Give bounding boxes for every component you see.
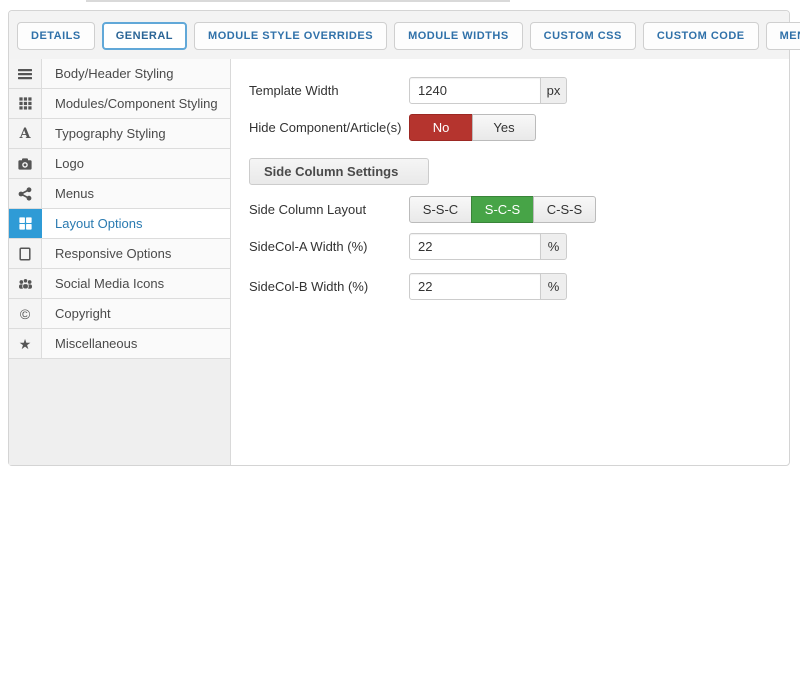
sidecol-a-width-label: SideCol-A Width (%) [249, 233, 409, 260]
sidecol-b-width-input[interactable] [409, 273, 541, 300]
tab-custom-css[interactable]: CUSTOM CSS [530, 22, 636, 50]
square-outline-icon [9, 239, 42, 268]
template-settings-panel: DETAILS GENERAL MODULE STYLE OVERRIDES M… [8, 10, 790, 466]
users-icon [9, 269, 42, 298]
template-width-row: Template Width px [249, 77, 777, 104]
sidebar-item-copyright[interactable]: © Copyright [9, 299, 230, 329]
sidebar-item-typography-styling[interactable]: A Typography Styling [9, 119, 230, 149]
hide-component-toggle: No Yes [409, 114, 536, 141]
settings-content: Body/Header Styling Modules/Component St… [9, 59, 789, 465]
tab-module-widths[interactable]: MODULE WIDTHS [394, 22, 523, 50]
sidebar-filler [9, 359, 230, 465]
sidebar-item-layout-options[interactable]: Layout Options [9, 209, 230, 239]
cropped-divider [86, 0, 510, 2]
tab-details[interactable]: DETAILS [17, 22, 95, 50]
sidebar-item-social-media-icons[interactable]: Social Media Icons [9, 269, 230, 299]
hide-component-label: Hide Component/Article(s) [249, 114, 409, 141]
sidecol-b-width-row: SideCol-B Width (%) % [249, 273, 777, 300]
tab-module-style-overrides[interactable]: MODULE STYLE OVERRIDES [194, 22, 387, 50]
sidebar-item-label: Menus [42, 179, 230, 208]
hide-component-yes-button[interactable]: Yes [472, 114, 536, 141]
settings-sidebar: Body/Header Styling Modules/Component St… [9, 59, 231, 465]
side-column-layout-toggle: S-S-C S-C-S C-S-S [409, 196, 596, 223]
layout-scs-button[interactable]: S-C-S [471, 196, 534, 223]
sidebar-item-label: Layout Options [42, 209, 230, 238]
th-large-icon [9, 209, 42, 238]
star-icon: ★ [9, 329, 42, 358]
sidebar-item-modules-component-styling[interactable]: Modules/Component Styling [9, 89, 230, 119]
sidecol-a-width-input[interactable] [409, 233, 541, 260]
layout-css-button[interactable]: C-S-S [533, 196, 596, 223]
side-column-layout-row: Side Column Layout S-S-C S-C-S C-S-S [249, 196, 777, 223]
sidebar-item-menus[interactable]: Menus [9, 179, 230, 209]
layout-options-form: Template Width px Hide Component/Article… [231, 59, 789, 465]
sidebar-item-responsive-options[interactable]: Responsive Options [9, 239, 230, 269]
star-glyph: ★ [19, 337, 32, 351]
sidebar-item-label: Miscellaneous [42, 329, 230, 358]
percent-unit-addon: % [540, 273, 567, 300]
sidebar-item-miscellaneous[interactable]: ★ Miscellaneous [9, 329, 230, 359]
font-a-glyph: A [20, 127, 31, 141]
template-width-label: Template Width [249, 77, 409, 104]
sidebar-item-label: Typography Styling [42, 119, 230, 148]
side-column-settings-button[interactable]: Side Column Settings [249, 158, 429, 185]
tab-custom-code[interactable]: CUSTOM CODE [643, 22, 759, 50]
share-nodes-icon [9, 179, 42, 208]
percent-unit-addon: % [540, 233, 567, 260]
template-width-input[interactable] [409, 77, 541, 104]
menu-bars-icon [9, 59, 42, 88]
layout-ssc-button[interactable]: S-S-C [409, 196, 472, 223]
hide-component-no-button[interactable]: No [409, 114, 473, 141]
sidebar-item-label: Body/Header Styling [42, 59, 230, 88]
sidecol-b-width-label: SideCol-B Width (%) [249, 273, 409, 300]
px-unit-addon: px [540, 77, 567, 104]
tab-menu-assignment[interactable]: MENU ASSIGNMENT [766, 22, 800, 50]
sidecol-a-width-row: SideCol-A Width (%) % [249, 233, 777, 260]
side-column-layout-label: Side Column Layout [249, 196, 409, 223]
tab-general[interactable]: GENERAL [102, 22, 187, 50]
grid-th-icon [9, 89, 42, 118]
hide-component-row: Hide Component/Article(s) No Yes [249, 114, 777, 141]
sidebar-item-logo[interactable]: Logo [9, 149, 230, 179]
sidebar-item-label: Responsive Options [42, 239, 230, 268]
sidebar-item-label: Social Media Icons [42, 269, 230, 298]
copyright-icon: © [9, 299, 42, 328]
tab-bar: DETAILS GENERAL MODULE STYLE OVERRIDES M… [9, 11, 789, 59]
font-a-icon: A [9, 119, 42, 148]
sidebar-item-label: Logo [42, 149, 230, 178]
copyright-glyph: © [20, 307, 30, 321]
sidebar-item-label: Modules/Component Styling [42, 89, 230, 118]
sidebar-item-label: Copyright [42, 299, 230, 328]
camera-icon [9, 149, 42, 178]
sidebar-item-body-header-styling[interactable]: Body/Header Styling [9, 59, 230, 89]
